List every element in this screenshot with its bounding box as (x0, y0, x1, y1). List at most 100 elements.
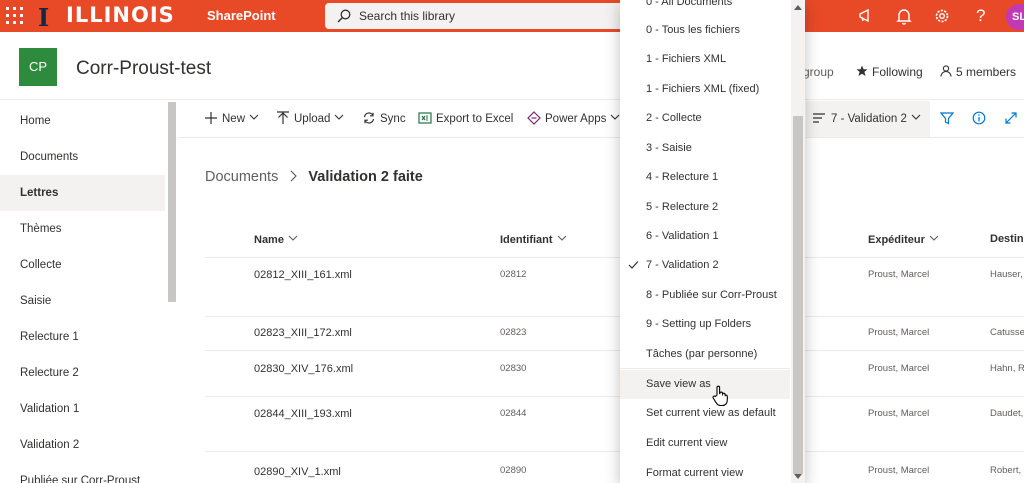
star-icon (856, 65, 868, 76)
breadcrumb-current-folder[interactable]: Validation 2 faite (308, 169, 422, 185)
filter-icon[interactable] (940, 111, 954, 125)
row-destinataire: Hahn, R (990, 363, 1024, 374)
power-apps-button[interactable]: Power Apps (527, 111, 620, 125)
menu-item-view[interactable]: 1 - Fichiers XML (fixed) (620, 75, 790, 104)
nav-item-validation-2[interactable]: Validation 2 (0, 427, 165, 463)
chevron-down-icon (557, 235, 566, 241)
row-expediteur: Proust, Marcel (868, 327, 930, 338)
row-destinataire: Robert, (990, 465, 1022, 476)
row-name[interactable]: 02890_XIV_1.xml (254, 466, 341, 478)
sync-label: Sync (380, 113, 406, 125)
row-expediteur: Proust, Marcel (868, 465, 930, 476)
row-identifiant: 02830 (500, 363, 527, 374)
row-expediteur: Proust, Marcel (868, 363, 930, 374)
menu-item-view[interactable]: 2 - Collecte (620, 104, 790, 133)
table-row[interactable]: 02890_XIV_1.xml 02890 Proust, Marcel Rob… (205, 452, 1024, 483)
site-logo[interactable]: CP (19, 48, 57, 86)
menu-item-label: 7 - Validation 2 (646, 259, 719, 271)
megaphone-icon[interactable] (856, 6, 876, 26)
menu-item-view[interactable]: 6 - Validation 1 (620, 222, 790, 251)
user-avatar[interactable]: SL (1006, 4, 1024, 30)
menu-item-view[interactable]: 0 - Tous les fichiers (620, 16, 790, 45)
menu-item-view[interactable]: 3 - Saisie (620, 134, 790, 163)
bell-icon[interactable] (894, 6, 914, 26)
table-row[interactable]: 02823_XIII_172.xml 02823 Proust, Marcel … (205, 317, 1024, 351)
scroll-up-arrow-icon[interactable] (794, 4, 802, 10)
column-header-identifiant[interactable]: Identifiant (500, 233, 567, 246)
row-identifiant: 02812 (500, 269, 527, 280)
table-row[interactable]: 02812_XIII_161.xml 02812 Proust, Marcel … (205, 258, 1024, 317)
table-row[interactable]: 02844_XIII_193.xml 02844 Proust, Marcel … (205, 397, 1024, 452)
row-name[interactable]: 02812_XIII_161.xml (254, 269, 352, 281)
menu-item-save-view-as[interactable]: Save view as (620, 370, 790, 399)
search-input[interactable] (359, 7, 619, 25)
illinois-block-i-logo[interactable]: I (38, 3, 49, 32)
upload-button[interactable]: Upload (276, 111, 344, 125)
row-name[interactable]: 02823_XIII_172.xml (254, 327, 352, 339)
row-name[interactable]: 02830_XIV_176.xml (254, 363, 353, 375)
nav-item-collecte[interactable]: Collecte (0, 247, 165, 283)
excel-icon (418, 112, 432, 124)
column-header-expediteur[interactable]: Expéditeur (868, 233, 939, 246)
column-header-name[interactable]: Name (254, 233, 298, 246)
menu-item-view[interactable]: 9 - Setting up Folders (620, 310, 790, 339)
row-name[interactable]: 02844_XIII_193.xml (254, 408, 352, 420)
menu-scrollbar-thumb[interactable] (793, 116, 803, 474)
search-box[interactable] (325, 3, 625, 29)
waffle-icon[interactable] (6, 7, 24, 25)
nav-item-publiee[interactable]: Publiée sur Corr-Proust (0, 463, 165, 483)
scroll-down-arrow-icon[interactable] (794, 474, 802, 480)
sync-button[interactable]: Sync (362, 111, 406, 125)
menu-item-view-selected[interactable]: 7 - Validation 2 (620, 251, 790, 280)
row-identifiant: 02890 (500, 465, 527, 476)
nav-item-relecture-2[interactable]: Relecture 2 (0, 355, 165, 391)
expand-icon[interactable] (1004, 111, 1018, 125)
menu-divider (620, 368, 790, 369)
nav-scrollbar-thumb[interactable] (168, 102, 176, 302)
nav-item-home[interactable]: Home (0, 103, 165, 139)
menu-item-format-current-view[interactable]: Format current view (620, 459, 790, 483)
menu-item-view[interactable]: Tâches (par personne) (620, 340, 790, 369)
sharepoint-app-label[interactable]: SharePoint (207, 8, 276, 23)
nav-item-documents[interactable]: Documents (0, 139, 165, 175)
members-button[interactable]: 5 members (940, 65, 1016, 79)
upload-icon (277, 111, 289, 124)
help-icon[interactable]: ? (976, 6, 996, 26)
person-icon (940, 65, 952, 77)
members-label: 5 members (956, 65, 1017, 79)
new-button[interactable]: New (204, 111, 259, 125)
menu-item-view[interactable]: 4 - Relecture 1 (620, 163, 790, 192)
export-label: Export to Excel (436, 113, 514, 125)
row-destinataire: Daudet, (990, 408, 1024, 419)
menu-item-view[interactable]: 1 - Fichiers XML (620, 45, 790, 74)
menu-item-set-default-view[interactable]: Set current view as default (620, 399, 790, 428)
nav-item-validation-1[interactable]: Validation 1 (0, 391, 165, 427)
nav-item-lettres[interactable]: Lettres (0, 175, 165, 211)
hand-pointer-cursor-icon (712, 385, 728, 407)
view-selector-button[interactable]: 7 - Validation 2 (806, 101, 930, 137)
illinois-wordmark[interactable]: ILLINOIS (66, 3, 175, 27)
view-dropdown-menu: 0 - All Documents 0 - Tous les fichiers … (620, 0, 805, 483)
info-icon[interactable] (972, 111, 986, 125)
menu-item-view[interactable]: 8 - Publiée sur Corr-Proust (620, 281, 790, 310)
column-header-destinataire[interactable]: Destin (990, 233, 1024, 245)
export-to-excel-button[interactable]: Export to Excel (418, 111, 513, 125)
nav-item-saisie[interactable]: Saisie (0, 283, 165, 319)
nav-item-relecture-1[interactable]: Relecture 1 (0, 319, 165, 355)
following-button[interactable]: Following (856, 65, 923, 79)
menu-item-edit-current-view[interactable]: Edit current view (620, 429, 790, 458)
menu-item-all-documents[interactable]: 0 - All Documents (620, 0, 790, 17)
breadcrumb-documents-link[interactable]: Documents (205, 169, 278, 185)
site-title[interactable]: Corr-Proust-test (76, 58, 211, 80)
gear-icon[interactable] (932, 6, 952, 26)
menu-item-view[interactable]: 5 - Relecture 2 (620, 193, 790, 222)
row-destinataire: Hauser, (990, 269, 1023, 280)
nav-item-themes[interactable]: Thèmes (0, 211, 165, 247)
row-identifiant: 02844 (500, 408, 527, 419)
table-row[interactable]: 02830_XIV_176.xml 02830 Proust, Marcel H… (205, 351, 1024, 397)
chevron-down-icon (911, 114, 921, 120)
new-label: New (222, 113, 246, 125)
sync-icon (363, 112, 375, 124)
power-apps-label: Power Apps (545, 113, 607, 125)
row-expediteur: Proust, Marcel (868, 408, 930, 419)
